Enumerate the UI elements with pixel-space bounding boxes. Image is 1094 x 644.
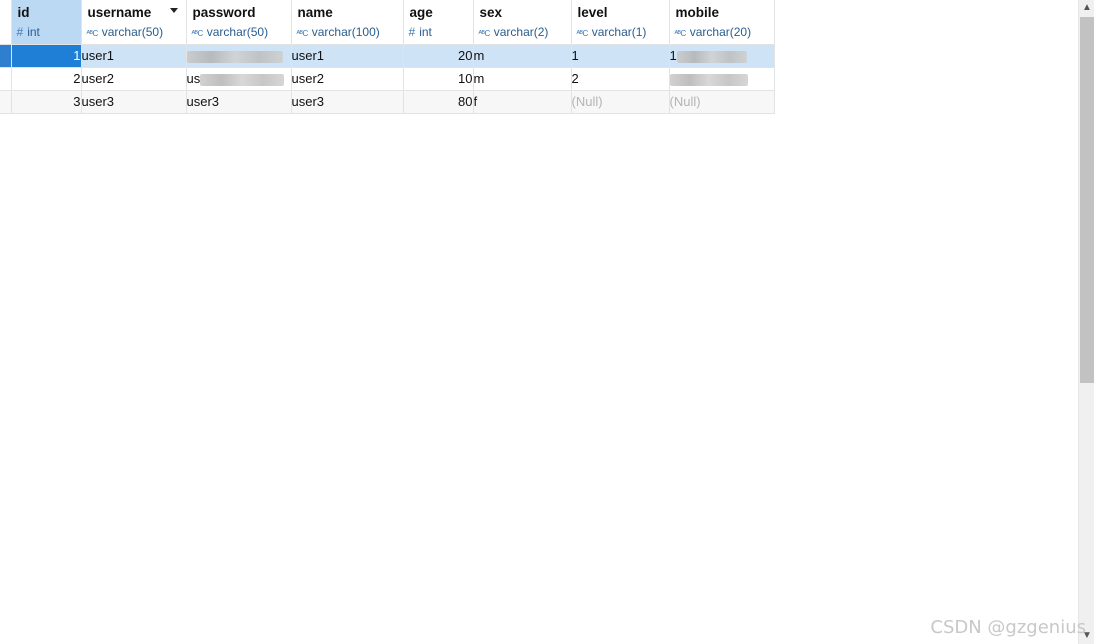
column-header-username[interactable]: username ᴬᴮC varchar(50) [81, 0, 187, 45]
cell-name[interactable]: user3 [291, 90, 404, 114]
abc-icon: ᴬᴮC [296, 29, 309, 38]
abc-icon: ᴬᴮC [674, 29, 687, 38]
column-name: mobile [675, 5, 720, 20]
column-type: int [419, 25, 432, 39]
column-name: sex [479, 5, 503, 20]
cell-name[interactable]: user1 [291, 44, 404, 68]
cell-username[interactable]: user1 [81, 44, 187, 68]
abc-icon: ᴬᴮC [576, 29, 589, 38]
cell-mobile[interactable]: (Null) [669, 90, 775, 114]
header-row: id # int username ᴬᴮC varchar(50) password… [0, 0, 775, 45]
sort-desc-icon[interactable] [169, 8, 178, 13]
redacted-value [200, 73, 285, 86]
cell-sex[interactable]: f [473, 90, 572, 114]
column-name: age [409, 5, 433, 20]
redacted-value [186, 50, 283, 63]
cell-sex[interactable]: m [473, 44, 572, 68]
cell-username[interactable]: user2 [81, 67, 187, 91]
column-header-sex[interactable]: sex ᴬᴮC varchar(2) [473, 0, 572, 45]
column-name: password [192, 5, 256, 20]
column-name: id [17, 5, 30, 20]
abc-icon: ᴬᴮC [478, 29, 491, 38]
abc-icon: ᴬᴮC [86, 29, 99, 38]
result-grid: id # int username ᴬᴮC varchar(50) password… [0, 0, 1078, 644]
column-header-mobile[interactable]: mobile ᴬᴮC varchar(20) [669, 0, 775, 45]
column-type: varchar(2) [493, 25, 549, 39]
row-gutter[interactable] [0, 90, 12, 114]
redacted-value [676, 50, 747, 63]
table-row[interactable]: 1 user1 user1 20 m 1 1 [0, 44, 775, 68]
cell-mobile[interactable] [669, 67, 775, 91]
scroll-up-icon[interactable]: ▲ [1079, 0, 1094, 16]
column-header-id[interactable]: id # int [11, 0, 82, 45]
cell-age[interactable]: 20 [403, 44, 474, 68]
cell-level[interactable]: (Null) [571, 90, 670, 114]
row-gutter[interactable] [0, 44, 12, 68]
column-header-password[interactable]: password ᴬᴮC varchar(50) [186, 0, 292, 45]
column-header-age[interactable]: age # int [403, 0, 474, 45]
table-row[interactable]: 3 user3 user3 user3 80 f (Null) (Null) [0, 90, 775, 114]
column-type: varchar(20) [689, 25, 752, 39]
hash-icon: # [16, 25, 24, 39]
cell-name[interactable]: user2 [291, 67, 404, 91]
column-header-name[interactable]: name ᴬᴮC varchar(100) [291, 0, 404, 45]
row-gutter-header[interactable] [0, 0, 12, 45]
redacted-value [669, 73, 748, 86]
watermark: CSDN @gzgenius [930, 617, 1086, 638]
column-type: varchar(1) [591, 25, 647, 39]
cell-password[interactable] [186, 44, 292, 68]
column-type: varchar(50) [101, 25, 164, 39]
cell-username[interactable]: user3 [81, 90, 187, 114]
row-gutter[interactable] [0, 67, 12, 91]
vertical-scrollbar[interactable]: ▲ ▼ [1078, 0, 1094, 644]
cell-age[interactable]: 10 [403, 67, 474, 91]
scroll-thumb[interactable] [1080, 17, 1094, 383]
column-name: name [297, 5, 333, 20]
cell-level[interactable]: 1 [571, 44, 670, 68]
cell-id[interactable]: 2 [11, 67, 82, 91]
cell-age[interactable]: 80 [403, 90, 474, 114]
column-name: level [577, 5, 608, 20]
column-type: int [27, 25, 40, 39]
data-table: id # int username ᴬᴮC varchar(50) password… [0, 0, 775, 114]
abc-icon: ᴬᴮC [191, 29, 204, 38]
column-type: varchar(100) [311, 25, 380, 39]
column-header-level[interactable]: level ᴬᴮC varchar(1) [571, 0, 670, 45]
column-type: varchar(50) [206, 25, 269, 39]
cell-id[interactable]: 3 [11, 90, 82, 114]
table-row[interactable]: 2 user2 us user2 10 m 2 [0, 67, 775, 91]
cell-id[interactable]: 1 [11, 44, 82, 68]
cell-mobile[interactable]: 1 [669, 44, 775, 68]
cell-password[interactable]: user3 [186, 90, 292, 114]
cell-level[interactable]: 2 [571, 67, 670, 91]
cell-password[interactable]: us [186, 67, 292, 91]
cell-sex[interactable]: m [473, 67, 572, 91]
hash-icon: # [408, 25, 416, 39]
